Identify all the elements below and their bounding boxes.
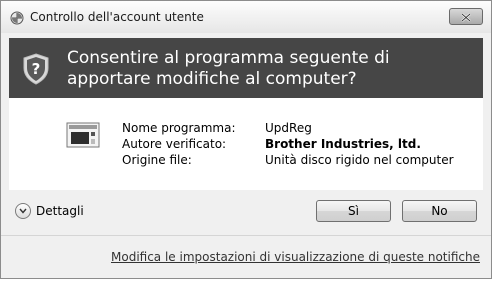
uac-shield-icon (10, 10, 24, 25)
details-toggle[interactable]: Dettagli (15, 203, 84, 219)
svg-text:?: ? (32, 60, 41, 78)
value-program-name: UpdReg (265, 121, 312, 135)
program-details: Nome programma: Autore verificato: Origi… (9, 98, 483, 190)
label-program-name: Nome programma: (122, 121, 236, 135)
uac-dialog: Controllo dell'account utente ? Consenti… (0, 0, 492, 279)
close-button[interactable] (449, 8, 483, 25)
value-verified-publisher: Brother Industries, ltd. (265, 137, 421, 151)
value-file-origin: Unità disco rigido nel computer (265, 153, 454, 167)
yes-button[interactable]: Sì (316, 200, 391, 222)
chevron-down-icon (15, 203, 31, 219)
shield-question-icon: ? (22, 53, 50, 85)
title-bar: Controllo dell'account utente (1, 1, 491, 33)
prompt-question: Consentire al programma seguente di appo… (67, 48, 390, 89)
footer-divider (1, 235, 491, 236)
label-file-origin: Origine file: (122, 153, 192, 167)
detail-labels: Nome programma: Autore verificato: Origi… (122, 120, 236, 168)
window-title: Controllo dell'account utente (30, 10, 204, 24)
program-window-icon (66, 122, 100, 148)
label-verified-publisher: Autore verificato: (122, 137, 227, 151)
close-icon (460, 7, 472, 26)
detail-values: UpdReg Brother Industries, ltd. Unità di… (265, 120, 454, 168)
details-label: Dettagli (36, 204, 84, 218)
no-button[interactable]: No (402, 200, 477, 222)
notification-settings-link[interactable]: Modifica le impostazioni di visualizzazi… (111, 250, 480, 264)
prompt-header: ? Consentire al programma seguente di ap… (9, 38, 483, 98)
